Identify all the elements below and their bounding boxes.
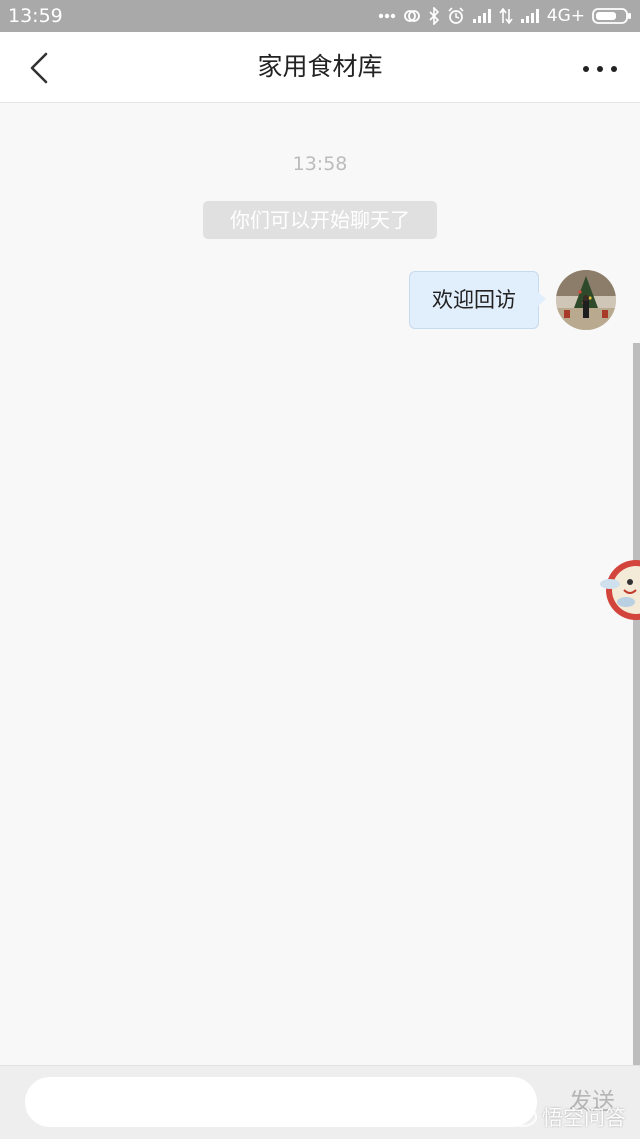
mascot-icon xyxy=(600,560,640,620)
status-bar: 13:59 4G+ xyxy=(0,0,640,32)
chat-timestamp: 13:58 xyxy=(292,153,348,175)
signal-icon xyxy=(520,9,540,23)
chat-area[interactable]: 13:58 你们可以开始聊天了 欢迎回访 xyxy=(0,103,640,1065)
data-arrows-icon xyxy=(499,8,513,24)
floating-mascot-button[interactable] xyxy=(596,548,640,632)
title-bar: 家用食材库 xyxy=(0,32,640,103)
chevron-left-icon xyxy=(30,52,48,84)
message-bubble[interactable]: 欢迎回访 xyxy=(409,271,546,329)
bluetooth-icon xyxy=(428,7,440,25)
bubble-tail xyxy=(538,292,546,306)
network-type: 4G+ xyxy=(546,6,585,26)
system-notice: 你们可以开始聊天了 xyxy=(203,201,437,239)
more-options-button[interactable] xyxy=(580,54,620,84)
avatar[interactable] xyxy=(556,270,616,330)
message-text: 欢迎回访 xyxy=(432,288,516,312)
page-title: 家用食材库 xyxy=(257,52,383,81)
back-button[interactable] xyxy=(22,48,58,88)
alarm-icon xyxy=(447,7,465,25)
battery-icon xyxy=(592,7,632,25)
more-dots-icon xyxy=(378,13,396,19)
watermark-text: 悟空问答 xyxy=(542,1106,626,1130)
sync-icon xyxy=(403,7,421,25)
status-time: 13:59 xyxy=(8,5,63,27)
status-icons: 4G+ xyxy=(371,4,632,28)
watermark: 悟空问答 xyxy=(508,1102,626,1132)
more-horizontal-icon xyxy=(583,66,617,72)
scrollbar[interactable] xyxy=(633,343,640,1065)
message-input[interactable] xyxy=(25,1077,537,1127)
wukong-logo-icon xyxy=(508,1106,538,1128)
signal-icon xyxy=(472,9,492,23)
